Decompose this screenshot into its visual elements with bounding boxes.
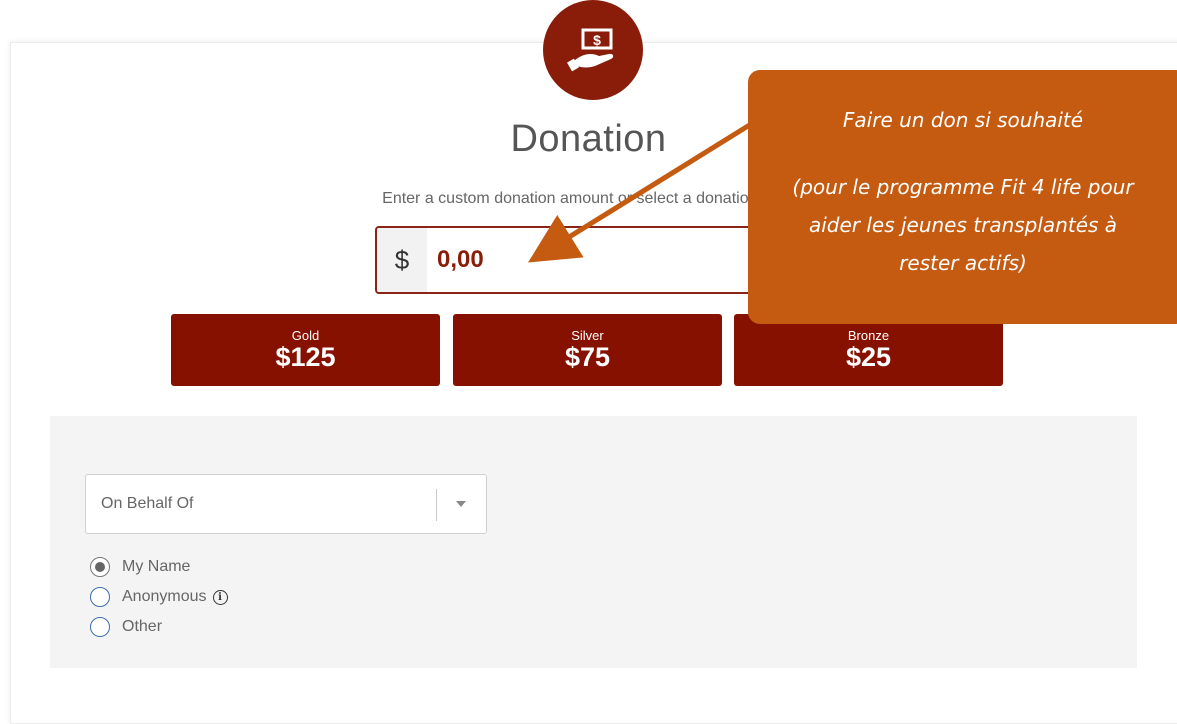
radio-button[interactable] bbox=[90, 587, 110, 607]
chevron-down-icon[interactable] bbox=[456, 501, 466, 507]
info-icon[interactable]: i bbox=[212, 589, 228, 605]
callout-heading: Faire un don si souhaité bbox=[842, 108, 1084, 132]
tier-name: Silver bbox=[571, 328, 604, 343]
donation-badge: $ bbox=[543, 0, 643, 100]
tier-name: Bronze bbox=[847, 328, 890, 343]
radio-button[interactable] bbox=[90, 617, 110, 637]
tier-gold-button[interactable]: Gold $125 bbox=[171, 314, 440, 386]
tier-name: Gold bbox=[291, 328, 320, 343]
radio-label: Other bbox=[122, 618, 163, 635]
radio-other[interactable]: Other bbox=[90, 616, 162, 638]
annotation-callout: Faire un don si souhaité (pour le progra… bbox=[748, 70, 1177, 324]
on-behalf-select[interactable]: On Behalf Of bbox=[85, 474, 487, 534]
currency-symbol: $ bbox=[377, 228, 427, 292]
tier-silver-button[interactable]: Silver $75 bbox=[453, 314, 722, 386]
tier-amount: $125 bbox=[275, 342, 336, 372]
tier-bronze-button[interactable]: Bronze $25 bbox=[734, 314, 1003, 386]
svg-text:$: $ bbox=[593, 32, 601, 48]
callout-body: (pour le programme Fit 4 life pour aider… bbox=[792, 175, 1134, 275]
radio-anonymous[interactable]: Anonymous i bbox=[90, 586, 228, 608]
donation-amount-input[interactable] bbox=[427, 228, 799, 292]
on-behalf-panel bbox=[50, 416, 1137, 668]
radio-my-name[interactable]: My Name bbox=[90, 556, 190, 578]
radio-button-selected[interactable] bbox=[90, 557, 110, 577]
on-behalf-select-label: On Behalf Of bbox=[101, 495, 194, 512]
select-divider bbox=[436, 489, 437, 521]
tier-amount: $25 bbox=[845, 342, 892, 372]
radio-label: Anonymous bbox=[122, 588, 207, 605]
donate-hand-money-icon: $ bbox=[567, 28, 614, 72]
radio-label: My Name bbox=[122, 558, 191, 575]
donation-amount-field[interactable]: $ bbox=[375, 226, 805, 294]
tier-amount: $75 bbox=[564, 342, 611, 372]
